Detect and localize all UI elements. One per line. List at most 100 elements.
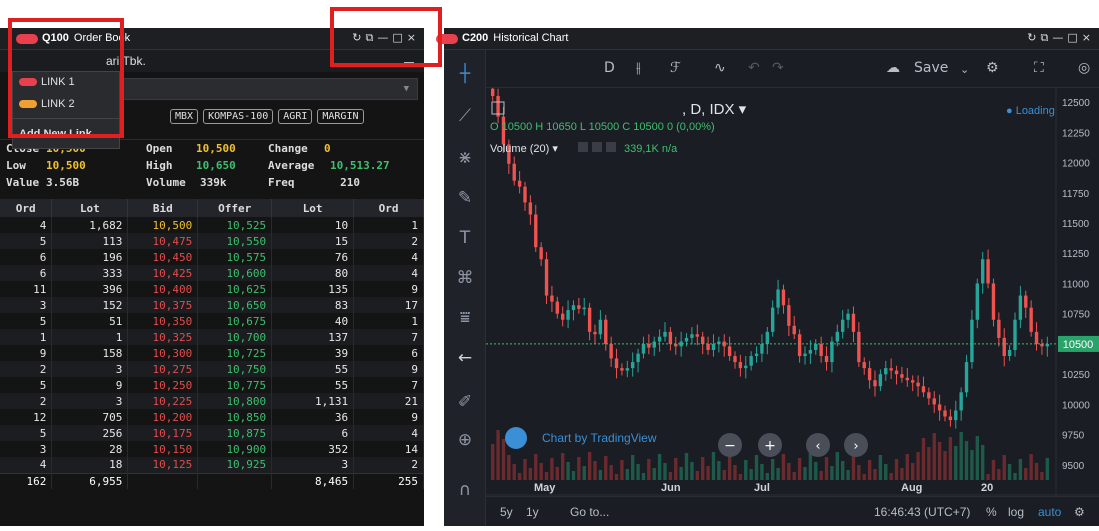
cell-bid[interactable]: 10,175 — [127, 425, 199, 441]
undo-icon[interactable]: ↶ — [748, 60, 760, 76]
cell-bid[interactable]: 10,250 — [127, 377, 199, 393]
cell-offer-lot[interactable]: 1,131 — [271, 393, 355, 409]
cell-offer-lot[interactable]: 10 — [271, 217, 355, 233]
cell-offer[interactable]: 10,775 — [197, 377, 273, 393]
volume-legend-label[interactable]: Volume (20) ▾ — [490, 143, 558, 155]
cell-bid[interactable]: 10,450 — [127, 249, 199, 265]
refresh-icon[interactable]: ↻ — [1027, 31, 1036, 45]
cell-bid[interactable]: 10,475 — [127, 233, 199, 249]
percent-toggle[interactable]: % — [986, 505, 997, 519]
table-row[interactable]: 2 3 10,275 10,750 55 9 — [0, 361, 424, 377]
col-offer-lot[interactable]: Lot — [271, 199, 355, 217]
tradingview-watermark[interactable]: Chart by TradingView — [505, 427, 657, 449]
ruler-icon[interactable]: ✐ — [444, 392, 486, 412]
trendline-icon[interactable]: ⟋ — [444, 106, 486, 126]
indicators-icon[interactable]: ℱ — [670, 60, 681, 76]
cell-offer-ord[interactable]: 9 — [353, 281, 424, 297]
cell-bid-lot[interactable]: 158 — [51, 345, 129, 361]
cell-bid-lot[interactable]: 705 — [51, 409, 129, 425]
brush-icon[interactable]: ✎ — [444, 188, 486, 208]
cell-bid-lot[interactable]: 9 — [51, 377, 129, 393]
cell-bid[interactable]: 10,425 — [127, 265, 199, 281]
table-row[interactable]: 9 158 10,300 10,725 39 6 — [0, 345, 424, 361]
cell-offer[interactable]: 10,925 — [197, 457, 273, 473]
cell-bid-lot[interactable]: 113 — [51, 233, 129, 249]
cell-bid-ord[interactable]: 5 — [0, 313, 53, 329]
cell-offer-lot[interactable]: 137 — [271, 329, 355, 345]
cell-bid-lot[interactable]: 3 — [51, 361, 129, 377]
maximize-icon[interactable]: □ — [1067, 31, 1077, 45]
fullscreen-icon[interactable]: ⛶ — [1034, 60, 1044, 76]
interval-button[interactable]: D — [604, 60, 615, 76]
cell-offer-ord[interactable]: 4 — [353, 249, 424, 265]
cell-bid[interactable]: 10,300 — [127, 345, 199, 361]
cell-offer-ord[interactable]: 9 — [353, 409, 424, 425]
cell-bid-ord[interactable]: 5 — [0, 425, 53, 441]
cell-bid-lot[interactable]: 1,682 — [51, 217, 129, 233]
cell-bid-ord[interactable]: 4 — [0, 457, 53, 473]
cell-bid[interactable]: 10,125 — [127, 457, 199, 473]
cell-bid-ord[interactable]: 6 — [0, 265, 53, 281]
cell-offer[interactable]: 10,700 — [197, 329, 273, 345]
cell-bid-lot[interactable]: 1 — [51, 329, 129, 345]
cell-offer[interactable]: 10,750 — [197, 361, 273, 377]
cell-bid-lot[interactable]: 333 — [51, 265, 129, 281]
cell-offer-lot[interactable]: 55 — [271, 361, 355, 377]
crosshair-icon[interactable]: ┼ — [444, 64, 486, 84]
cell-bid-lot[interactable]: 18 — [51, 457, 129, 473]
cell-offer-lot[interactable]: 135 — [271, 281, 355, 297]
cell-bid-lot[interactable]: 152 — [51, 297, 129, 313]
cell-bid-ord[interactable]: 9 — [0, 345, 53, 361]
cell-bid-lot[interactable]: 396 — [51, 281, 129, 297]
log-toggle[interactable]: log — [1008, 505, 1024, 519]
col-offer-ord[interactable]: Ord — [353, 199, 424, 217]
cell-offer-ord[interactable]: 1 — [353, 313, 424, 329]
table-row[interactable]: 5 256 10,175 10,875 6 4 — [0, 425, 424, 441]
cell-bid[interactable]: 10,400 — [127, 281, 199, 297]
range-1y-button[interactable]: 1y — [526, 505, 539, 519]
cell-bid-lot[interactable]: 51 — [51, 313, 129, 329]
cell-offer[interactable]: 10,575 — [197, 249, 273, 265]
cell-bid-ord[interactable]: 6 — [0, 249, 53, 265]
close-icon[interactable]: × — [1082, 31, 1091, 45]
cell-offer[interactable]: 10,625 — [197, 281, 273, 297]
table-row[interactable]: 12 705 10,200 10,850 36 9 — [0, 409, 424, 425]
arrow-left-icon[interactable]: ← — [444, 348, 486, 368]
table-row[interactable]: 1 1 10,325 10,700 137 7 — [0, 329, 424, 345]
screenshot-icon[interactable]: ◎ — [1078, 60, 1090, 76]
cell-bid[interactable]: 10,325 — [127, 329, 199, 345]
close-small-icon[interactable] — [606, 142, 616, 152]
cell-bid-ord[interactable]: 5 — [0, 377, 53, 393]
cell-offer-lot[interactable]: 76 — [271, 249, 355, 265]
cell-offer[interactable]: 10,800 — [197, 393, 273, 409]
cell-offer-ord[interactable]: 9 — [353, 361, 424, 377]
settings-icon[interactable]: ⚙ — [986, 60, 999, 76]
cell-bid-lot[interactable]: 196 — [51, 249, 129, 265]
settings-small-icon[interactable] — [592, 142, 602, 152]
cell-offer[interactable]: 10,525 — [197, 217, 273, 233]
cell-offer-ord[interactable]: 2 — [353, 457, 424, 473]
cell-bid-ord[interactable]: 2 — [0, 361, 53, 377]
cell-offer-lot[interactable]: 6 — [271, 425, 355, 441]
cell-offer-ord[interactable]: 21 — [353, 393, 424, 409]
cell-offer-lot[interactable]: 39 — [271, 345, 355, 361]
cell-bid-ord[interactable]: 5 — [0, 233, 53, 249]
col-bid-lot[interactable]: Lot — [51, 199, 129, 217]
col-offer[interactable]: Offer — [197, 199, 273, 217]
table-row[interactable]: 4 18 10,125 10,925 3 2 — [0, 457, 424, 473]
cell-offer-lot[interactable]: 352 — [271, 441, 355, 457]
cell-offer-ord[interactable]: 4 — [353, 425, 424, 441]
cell-bid-ord[interactable]: 2 — [0, 393, 53, 409]
cell-bid-ord[interactable]: 4 — [0, 217, 53, 233]
col-bid-ord[interactable]: Ord — [0, 199, 53, 217]
cell-offer[interactable]: 10,650 — [197, 297, 273, 313]
cell-bid-lot[interactable]: 256 — [51, 425, 129, 441]
table-row[interactable]: 3 28 10,150 10,900 352 14 — [0, 441, 424, 457]
compare-icon[interactable]: ∿ — [714, 60, 726, 76]
table-row[interactable]: 2 3 10,225 10,800 1,131 21 — [0, 393, 424, 409]
table-row[interactable]: 5 51 10,350 10,675 40 1 — [0, 313, 424, 329]
cell-offer-ord[interactable]: 4 — [353, 265, 424, 281]
cell-bid-ord[interactable]: 1 — [0, 329, 53, 345]
magnet-icon[interactable]: ∩ — [444, 480, 486, 500]
cell-bid[interactable]: 10,350 — [127, 313, 199, 329]
